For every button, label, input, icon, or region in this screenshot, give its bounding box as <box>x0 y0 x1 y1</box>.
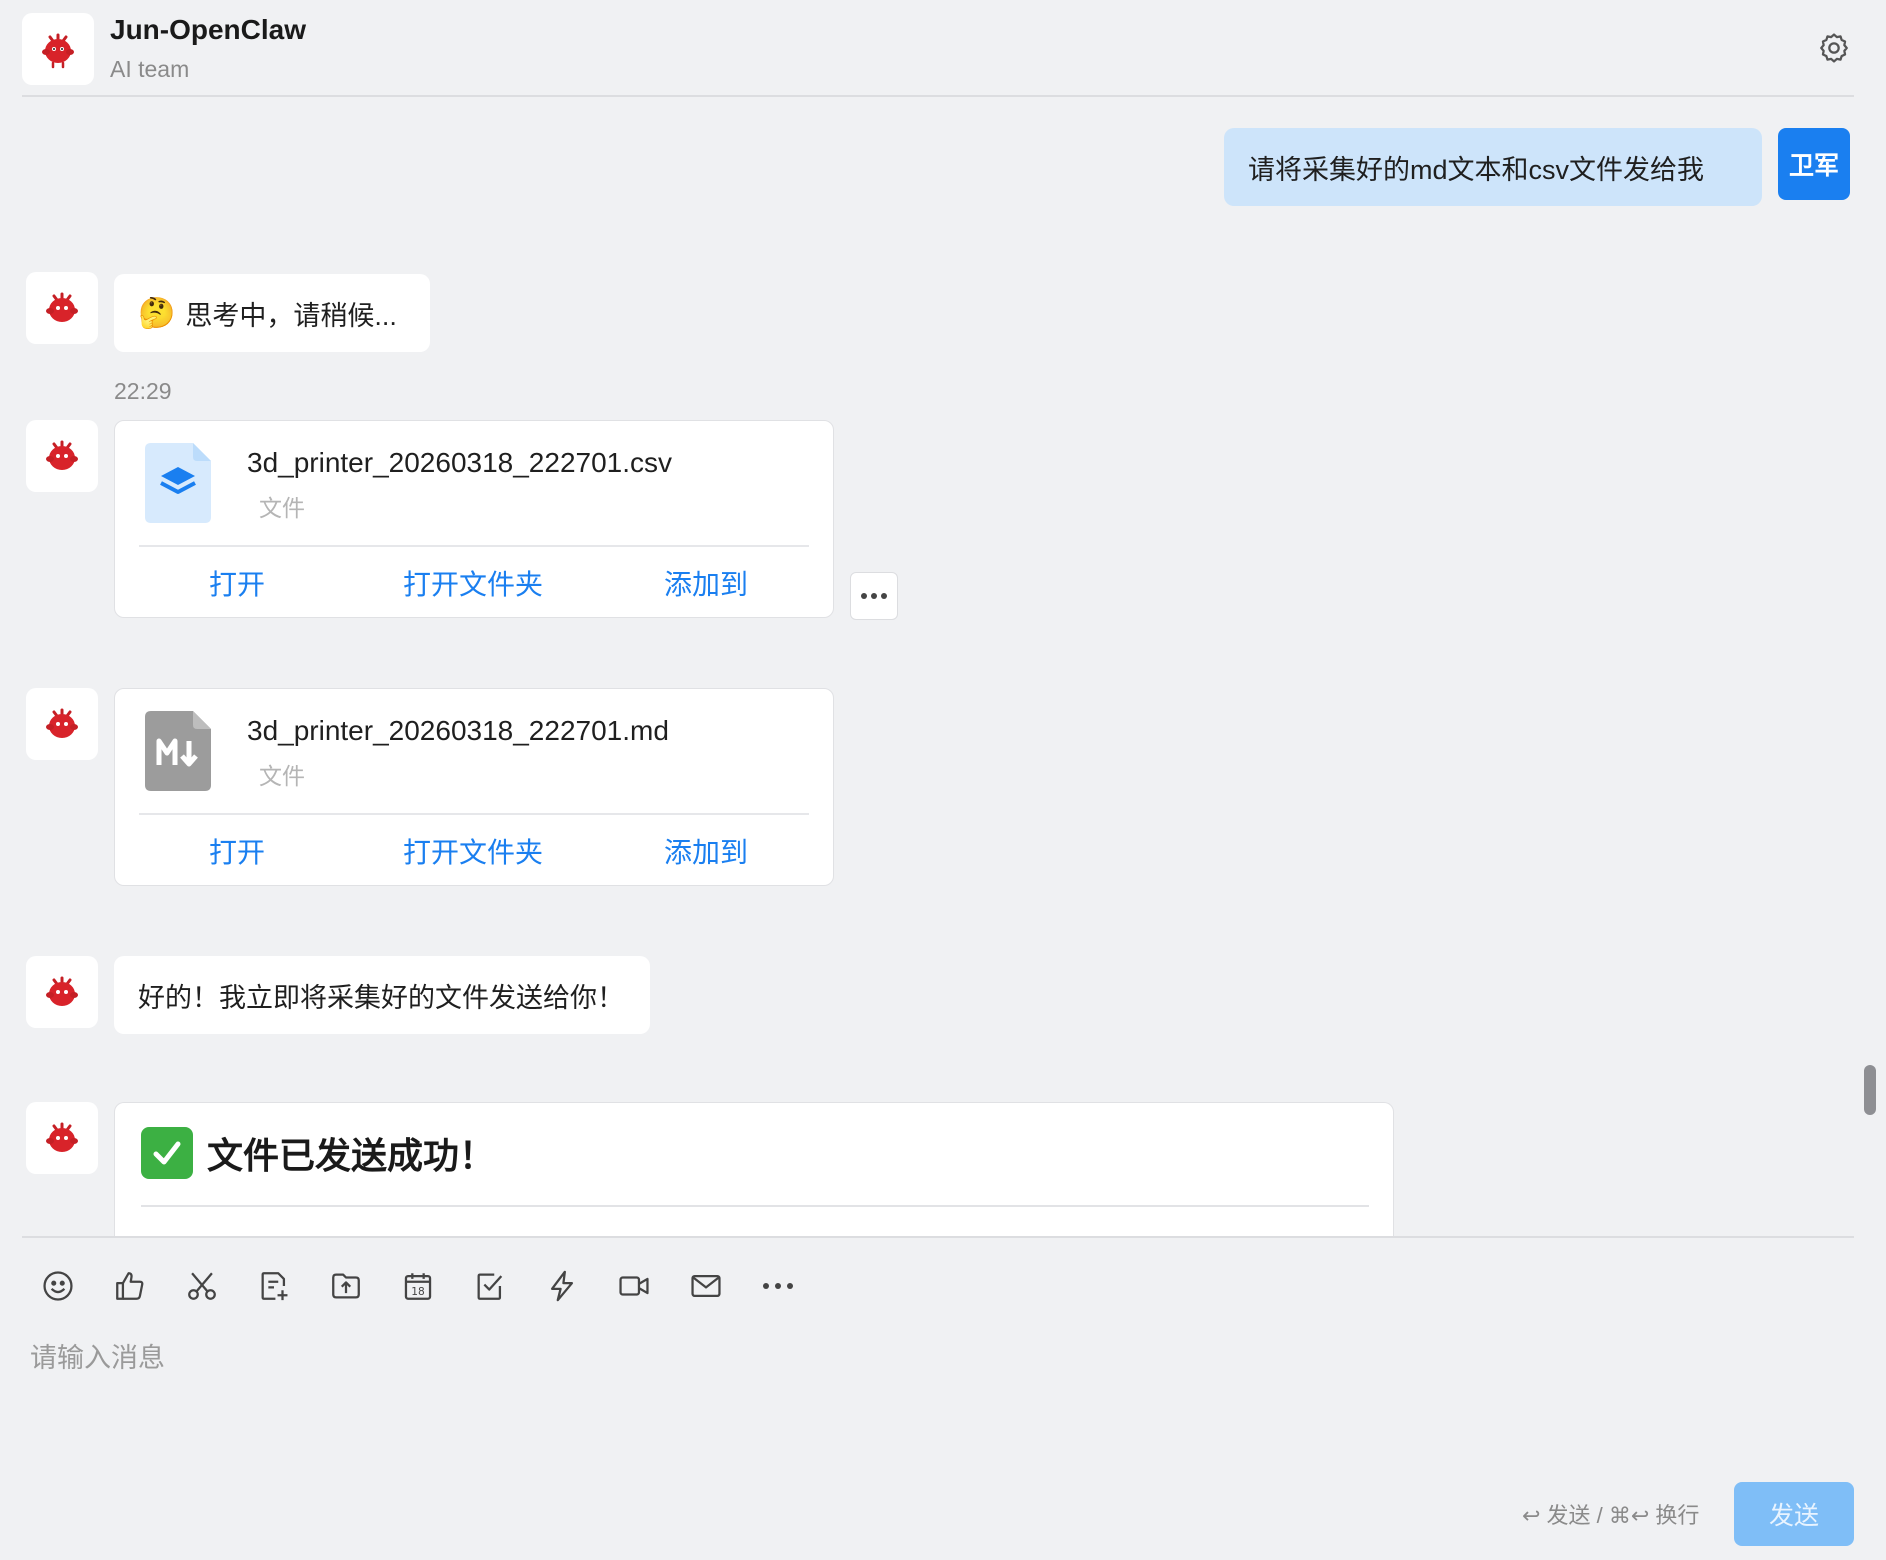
gear-icon <box>1820 33 1848 63</box>
red-bird-icon <box>42 33 74 69</box>
send-button[interactable]: 发送 <box>1734 1482 1854 1546</box>
thinking-bubble: 🤔 思考中，请稍候... <box>114 274 430 352</box>
mail-button[interactable] <box>684 1260 728 1312</box>
checkbox-icon <box>477 1273 503 1300</box>
open-folder-button[interactable]: 打开文件夹 <box>403 547 543 619</box>
scissors-icon <box>188 1272 216 1300</box>
add-to-button[interactable]: 添加到 <box>664 547 748 619</box>
chat-header: Jun-OpenClaw AI team <box>22 0 1854 97</box>
send-shortcut-hint: ↩ 发送 / ⌘↩ 换行 <box>1522 1503 1700 1528</box>
bot-avatar[interactable] <box>26 420 98 492</box>
message-timestamp: 22:29 <box>114 378 172 404</box>
chat-subtitle: AI team <box>110 56 190 82</box>
open-folder-button[interactable]: 打开文件夹 <box>403 815 543 887</box>
like-button[interactable] <box>108 1260 152 1312</box>
video-call-button[interactable] <box>612 1260 656 1312</box>
file-card[interactable]: 3d_printer_20260318_222701.csv 文件 打开 打开文… <box>114 420 834 618</box>
user-message-bubble: 请将采集好的md文本和csv文件发给我 <box>1224 128 1762 206</box>
message-input[interactable] <box>30 1336 1850 1466</box>
composer-divider <box>22 1236 1854 1238</box>
success-message-card: 文件已发送成功！ <box>114 1102 1394 1236</box>
lightning-icon <box>550 1270 574 1302</box>
screenshot-button[interactable] <box>180 1260 224 1312</box>
open-file-button[interactable]: 打开 <box>209 547 265 619</box>
file-actions: 打开 打开文件夹 添加到 <box>115 547 833 619</box>
layers-file-icon <box>145 443 211 523</box>
bot-avatar[interactable] <box>26 956 98 1028</box>
red-bird-icon <box>46 440 78 470</box>
bot-avatar[interactable] <box>26 688 98 760</box>
check-mark-icon <box>141 1127 193 1179</box>
file-name: 3d_printer_20260318_222701.csv <box>247 447 673 478</box>
calendar-button[interactable]: 18 <box>396 1260 440 1312</box>
reply-bubble: 好的！我立即将采集好的文件发送给你！ <box>114 956 650 1034</box>
bot-avatar[interactable] <box>26 272 98 344</box>
open-file-button[interactable]: 打开 <box>209 815 265 887</box>
success-heading: 文件已发送成功！ <box>141 1127 495 1179</box>
success-divider <box>141 1205 1369 1207</box>
chat-scrollbar[interactable] <box>1864 1065 1876 1115</box>
upload-folder-icon <box>332 1273 360 1299</box>
more-tools-button[interactable] <box>756 1260 800 1312</box>
red-bird-icon <box>46 976 78 1006</box>
red-bird-icon <box>46 708 78 738</box>
red-bird-icon <box>46 1122 78 1152</box>
chat-title: Jun-OpenClaw <box>110 14 307 45</box>
user-avatar[interactable]: 卫军 <box>1778 128 1850 200</box>
quick-action-button[interactable] <box>540 1260 584 1312</box>
new-doc-button[interactable] <box>252 1260 296 1312</box>
add-to-button[interactable]: 添加到 <box>664 815 748 887</box>
upload-button[interactable] <box>324 1260 368 1312</box>
mail-icon <box>691 1274 721 1298</box>
message-more-button[interactable] <box>850 572 898 620</box>
ellipsis-icon <box>861 593 887 599</box>
emoji-button[interactable] <box>36 1260 80 1312</box>
emoji-icon <box>43 1271 73 1301</box>
settings-button[interactable] <box>1814 28 1854 68</box>
file-type: 文件 <box>259 763 305 789</box>
bot-avatar[interactable] <box>26 1102 98 1174</box>
file-name: 3d_printer_20260318_222701.md <box>247 715 669 746</box>
new-doc-icon <box>261 1272 288 1301</box>
thinking-text: 思考中，请稍候... <box>185 300 397 331</box>
file-type: 文件 <box>259 495 305 521</box>
calendar-icon: 18 <box>404 1273 432 1300</box>
svg-text:18: 18 <box>411 1285 425 1298</box>
file-actions: 打开 打开文件夹 添加到 <box>115 815 833 887</box>
success-title: 文件已发送成功！ <box>207 1135 496 1176</box>
thinking-emoji: 🤔 <box>138 296 176 330</box>
thumbs-up-icon <box>116 1272 144 1300</box>
file-card[interactable]: 3d_printer_20260318_222701.md 文件 打开 打开文件… <box>114 688 834 886</box>
bot-avatar[interactable] <box>22 13 94 85</box>
red-bird-icon <box>46 292 78 322</box>
video-icon <box>619 1276 649 1296</box>
task-button[interactable] <box>468 1260 512 1312</box>
markdown-file-icon <box>145 711 211 791</box>
more-icon <box>763 1283 793 1289</box>
